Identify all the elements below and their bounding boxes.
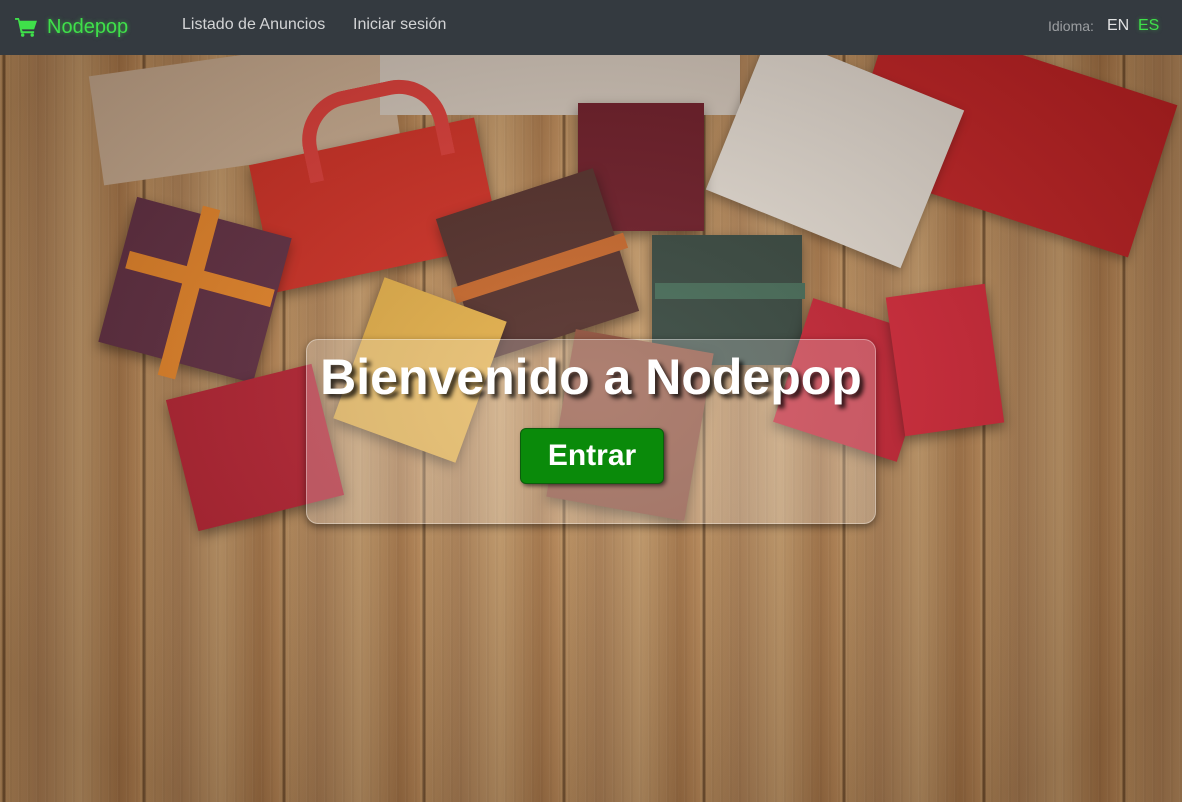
brand-link[interactable]: Nodepop: [15, 13, 128, 41]
welcome-card: Bienvenido a Nodepop Entrar: [306, 339, 876, 524]
language-label: Idioma:: [1048, 18, 1094, 34]
brand-name: Nodepop: [47, 15, 129, 38]
language-en-link[interactable]: EN: [1107, 17, 1129, 35]
navbar: Nodepop Listado de Anuncios Iniciar sesi…: [0, 0, 1182, 55]
welcome-title: Bienvenido a Nodepop: [320, 349, 862, 405]
nav-link-login[interactable]: Iniciar sesión: [353, 16, 446, 34]
nav-link-ads-list[interactable]: Listado de Anuncios: [182, 16, 325, 34]
shopping-cart-icon: [15, 17, 37, 37]
language-es-link[interactable]: ES: [1138, 17, 1159, 35]
enter-button[interactable]: Entrar: [520, 428, 664, 484]
